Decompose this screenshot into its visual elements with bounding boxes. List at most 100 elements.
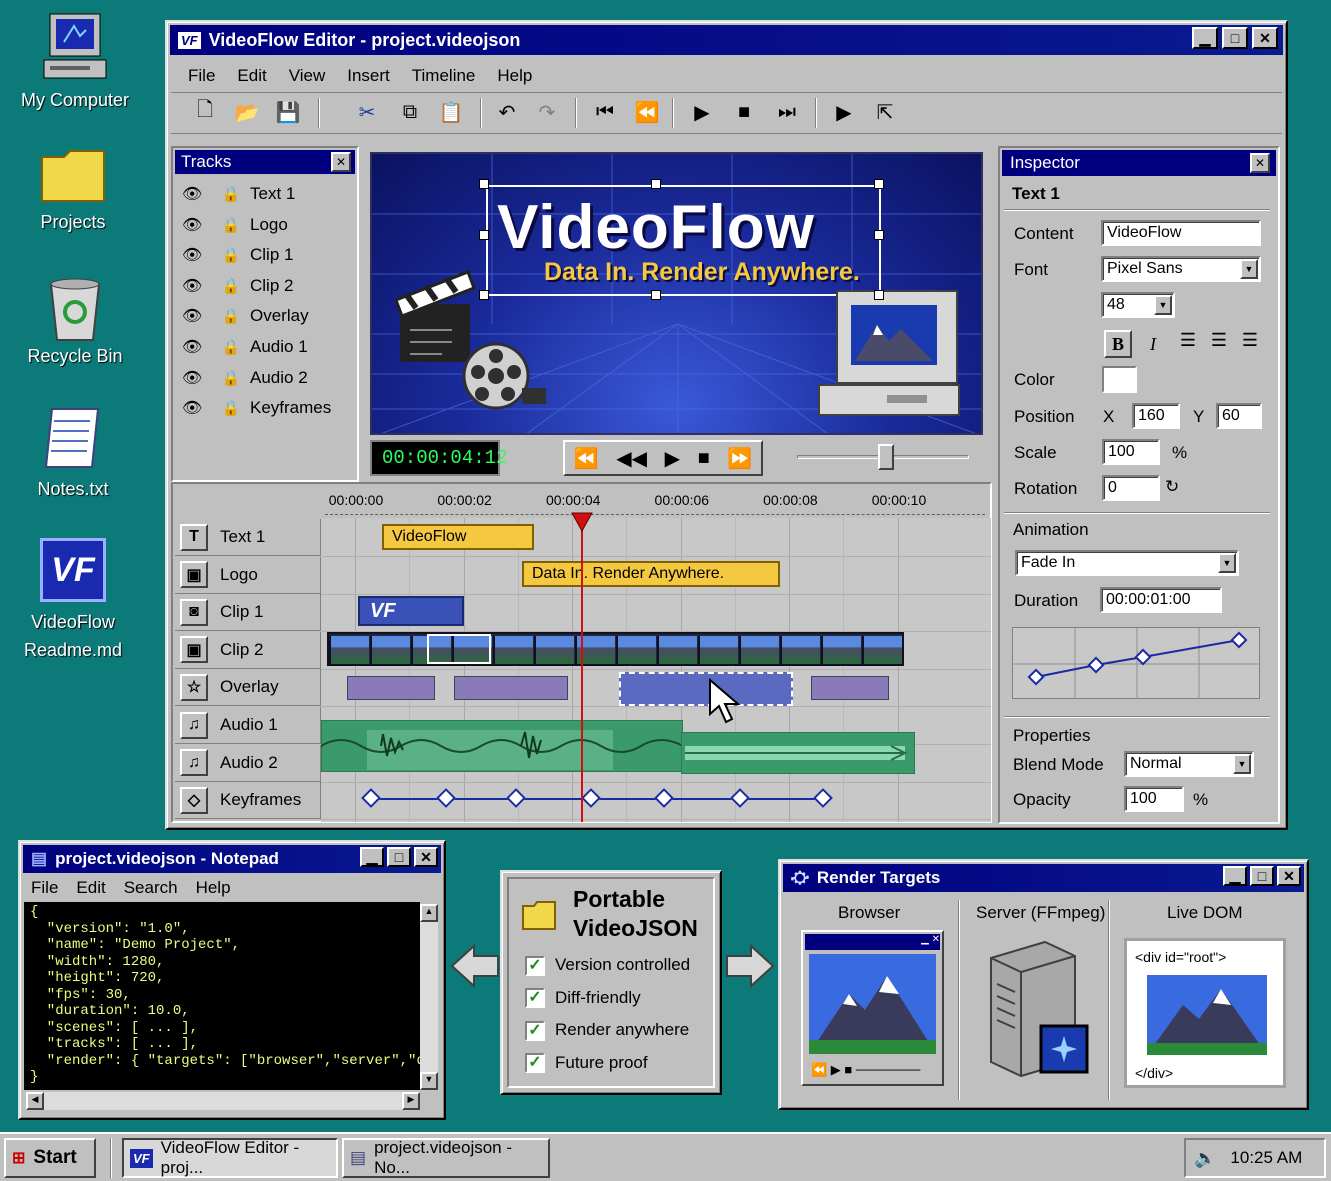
undo-icon[interactable]: ↶ xyxy=(492,97,522,127)
resize-handle[interactable] xyxy=(651,179,661,189)
desktop-icon-recycle-bin[interactable]: Recycle Bin xyxy=(20,272,130,372)
inspector-close-button[interactable]: ✕ xyxy=(1250,153,1270,173)
audio-waveform-2[interactable] xyxy=(681,732,915,774)
timeline-track-header[interactable]: ♫ Audio 2 xyxy=(175,744,321,782)
maximize-button[interactable]: □ xyxy=(1222,27,1248,49)
timeline-track-header[interactable]: ◙ Clip 1 xyxy=(175,594,321,632)
color-swatch[interactable] xyxy=(1102,366,1137,393)
lock-icon[interactable]: 🔒 xyxy=(212,216,250,234)
skip-end-icon[interactable]: ⏭ xyxy=(772,97,802,127)
resize-handle[interactable] xyxy=(874,290,884,300)
eye-icon[interactable]: 👁 xyxy=(182,215,212,235)
desktop-icon-projects[interactable]: Projects xyxy=(18,145,128,240)
overlay-clip-3[interactable] xyxy=(811,676,889,700)
font-size-select[interactable]: 48 ▼ xyxy=(1101,292,1175,318)
eye-icon[interactable]: 👁 xyxy=(182,368,212,388)
lock-icon[interactable]: 🔒 xyxy=(212,307,250,325)
menu-view[interactable]: View xyxy=(289,66,326,85)
clip-video-filmstrip[interactable] xyxy=(327,632,904,666)
font-select[interactable]: Pixel Sans ▼ xyxy=(1101,256,1261,282)
paste-icon[interactable]: 📋 xyxy=(436,97,466,127)
position-x-input[interactable]: 160 xyxy=(1132,403,1180,429)
scale-input[interactable]: 100 xyxy=(1102,439,1160,465)
eye-icon[interactable]: 👁 xyxy=(182,337,212,357)
timeline-track-header[interactable]: ♫ Audio 1 xyxy=(175,707,321,744)
timeline-track-header[interactable]: ▣ Logo xyxy=(175,556,321,594)
resize-handle[interactable] xyxy=(874,179,884,189)
position-y-input[interactable]: 60 xyxy=(1216,403,1262,429)
chevron-down-icon[interactable]: ▼ xyxy=(1154,295,1172,315)
notepad-menu-edit[interactable]: Edit xyxy=(76,878,105,897)
clip-logo[interactable]: VF xyxy=(358,596,464,626)
checkbox-checked-icon[interactable]: ✓ xyxy=(525,955,545,976)
lock-icon[interactable]: 🔒 xyxy=(212,369,250,387)
volume-slider-thumb[interactable] xyxy=(878,444,894,470)
timeline-track-header[interactable]: ◇ Keyframes xyxy=(175,782,321,820)
render-maximize-button[interactable]: □ xyxy=(1250,866,1274,886)
overlay-clip-1[interactable] xyxy=(347,676,435,700)
save-icon[interactable]: 💾 xyxy=(273,97,303,127)
content-input[interactable]: VideoFlow xyxy=(1101,220,1261,246)
eye-icon[interactable]: 👁 xyxy=(182,398,212,418)
browser-target-window[interactable]: ▁ ✕ ⏪ ▶ ■ ─────── xyxy=(801,930,944,1086)
rotation-input[interactable]: 0 xyxy=(1102,475,1160,501)
menu-edit[interactable]: Edit xyxy=(237,66,266,85)
export-icon[interactable]: ⇱ xyxy=(870,97,900,127)
track-row[interactable]: 👁 🔒 Text 1 xyxy=(182,179,295,209)
track-row[interactable]: 👁 🔒 Logo xyxy=(182,210,288,240)
task-notepad[interactable]: ▤ project.videojson - No... xyxy=(342,1138,550,1178)
timeline-track-header[interactable]: ▣ Clip 2 xyxy=(175,631,321,669)
menu-timeline[interactable]: Timeline xyxy=(412,66,476,85)
minimize-button[interactable]: ▁ xyxy=(1192,27,1218,49)
notepad-hscrollbar[interactable]: ◀ ▶ xyxy=(26,1092,420,1110)
align-left-icon[interactable]: ☰ xyxy=(1174,330,1202,358)
chevron-down-icon[interactable]: ▼ xyxy=(1240,259,1258,279)
overlay-clip-selected[interactable] xyxy=(619,672,793,706)
new-file-icon[interactable]: 🗋 xyxy=(190,97,220,127)
timeline-track-header[interactable]: T Text 1 xyxy=(175,519,321,556)
resize-handle[interactable] xyxy=(874,230,884,240)
animation-curve-graph[interactable] xyxy=(1012,627,1260,699)
resize-handle[interactable] xyxy=(479,290,489,300)
lock-icon[interactable]: 🔒 xyxy=(212,277,250,295)
notepad-editor[interactable]: { "version": "1.0", "name": "Demo Projec… xyxy=(24,902,420,1090)
track-row[interactable]: 👁 🔒 Audio 1 xyxy=(182,332,308,362)
lock-icon[interactable]: 🔒 xyxy=(212,399,250,417)
task-videoflow-editor[interactable]: VF VideoFlow Editor - proj... xyxy=(122,1138,338,1178)
bold-button[interactable]: B xyxy=(1104,330,1132,358)
preview-rewind-icon[interactable]: ◀◀ xyxy=(616,446,647,471)
menu-help[interactable]: Help xyxy=(497,66,532,85)
rewind-icon[interactable]: ⏪ xyxy=(632,97,662,127)
chevron-down-icon[interactable]: ▼ xyxy=(1233,754,1251,774)
notepad-menu-file[interactable]: File xyxy=(31,878,58,897)
play-icon[interactable]: ▶ xyxy=(687,97,717,127)
speaker-icon[interactable]: 🔈 xyxy=(1194,1148,1216,1169)
eye-icon[interactable]: 👁 xyxy=(182,184,212,204)
clip-text1-videoflow[interactable]: VideoFlow xyxy=(382,524,534,550)
track-row[interactable]: 👁 🔒 Clip 2 xyxy=(182,271,293,301)
track-row[interactable]: 👁 🔒 Clip 1 xyxy=(182,240,293,270)
menu-insert[interactable]: Insert xyxy=(347,66,390,85)
render-play-icon[interactable]: ▶ xyxy=(829,97,859,127)
desktop-icon-my-computer[interactable]: My Computer xyxy=(20,12,130,117)
notepad-vscrollbar[interactable]: ▲ ▼ xyxy=(420,904,438,1090)
render-minimize-button[interactable]: ▁ xyxy=(1223,866,1247,886)
audio-waveform-1[interactable] xyxy=(321,720,683,772)
desktop-icon-videoflow-readme[interactable]: VF VideoFlow Readme.md xyxy=(18,536,128,666)
editor-titlebar[interactable]: VF VideoFlow Editor - project.videojson xyxy=(170,25,1283,55)
desktop-icon-notes[interactable]: Notes.txt xyxy=(18,405,128,505)
close-button[interactable]: ✕ xyxy=(1252,27,1278,49)
copy-icon[interactable]: ⧉ xyxy=(395,97,425,127)
notepad-maximize-button[interactable]: □ xyxy=(387,847,411,867)
notepad-menu-help[interactable]: Help xyxy=(196,878,231,897)
skip-start-icon[interactable]: ⏮ xyxy=(590,97,620,127)
lock-icon[interactable]: 🔒 xyxy=(212,338,250,356)
resize-handle[interactable] xyxy=(479,179,489,189)
notepad-minimize-button[interactable]: ▁ xyxy=(360,847,384,867)
lock-icon[interactable]: 🔒 xyxy=(212,185,250,203)
redo-icon[interactable]: ↷ xyxy=(532,97,562,127)
track-row[interactable]: 👁 🔒 Overlay xyxy=(182,301,309,331)
preview-forward-icon[interactable]: ⏩ xyxy=(727,446,752,471)
align-right-icon[interactable]: ☰ xyxy=(1236,330,1264,358)
eye-icon[interactable]: 👁 xyxy=(182,306,212,326)
